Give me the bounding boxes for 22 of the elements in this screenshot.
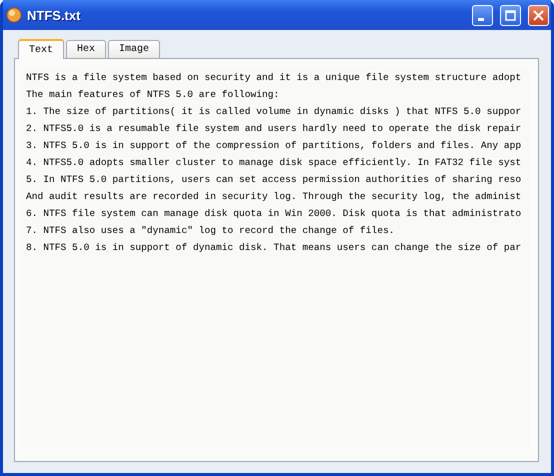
text-line: 8. NTFS 5.0 is in support of dynamic disk. That means users can change the size of par bbox=[26, 241, 522, 255]
maximize-button[interactable] bbox=[500, 4, 521, 26]
text-line: 4. NTFS5.0 adopts smaller cluster to manage disk space efficiently. In FAT32 file syst bbox=[26, 156, 522, 170]
maximize-icon bbox=[505, 10, 516, 20]
text-line: The main features of NTFS 5.0 are following: bbox=[26, 88, 280, 102]
tab[interactable]: Image bbox=[108, 40, 160, 58]
tab[interactable]: Hex bbox=[66, 40, 106, 58]
text-line: NTFS is a file system based on security and it is a unique file system structure adopt bbox=[26, 71, 522, 85]
window-title: NTFS.txt bbox=[27, 8, 82, 22]
app-icon bbox=[6, 7, 22, 23]
minimize-button[interactable] bbox=[472, 4, 493, 26]
close-icon bbox=[533, 10, 544, 20]
text-line: 7. NTFS also uses a "dynamic" log to record the change of files. bbox=[26, 224, 396, 238]
text-line: 5. In NTFS 5.0 partitions, users can set access permission authorities of sharing reso bbox=[26, 173, 522, 187]
text-line: 2. NTFS5.0 is a resumable file system and users hardly need to operate the disk repair bbox=[26, 122, 522, 136]
close-button[interactable] bbox=[528, 4, 549, 26]
tab[interactable]: Text bbox=[18, 39, 64, 59]
text-line: 1. The size of partitions( it is called volume in dynamic disks ) that NTFS 5.0 suppor bbox=[26, 105, 522, 119]
text-line: 6. NTFS file system can manage disk quota in Win 2000. Disk quota is that administrato bbox=[26, 207, 522, 221]
text-line: And audit results are recorded in security log. Through the security log, the administ bbox=[26, 190, 522, 204]
minimize-icon bbox=[478, 18, 484, 20]
text-line: 3. NTFS 5.0 is in support of the compression of partitions, folders and files. Any app bbox=[26, 139, 522, 153]
